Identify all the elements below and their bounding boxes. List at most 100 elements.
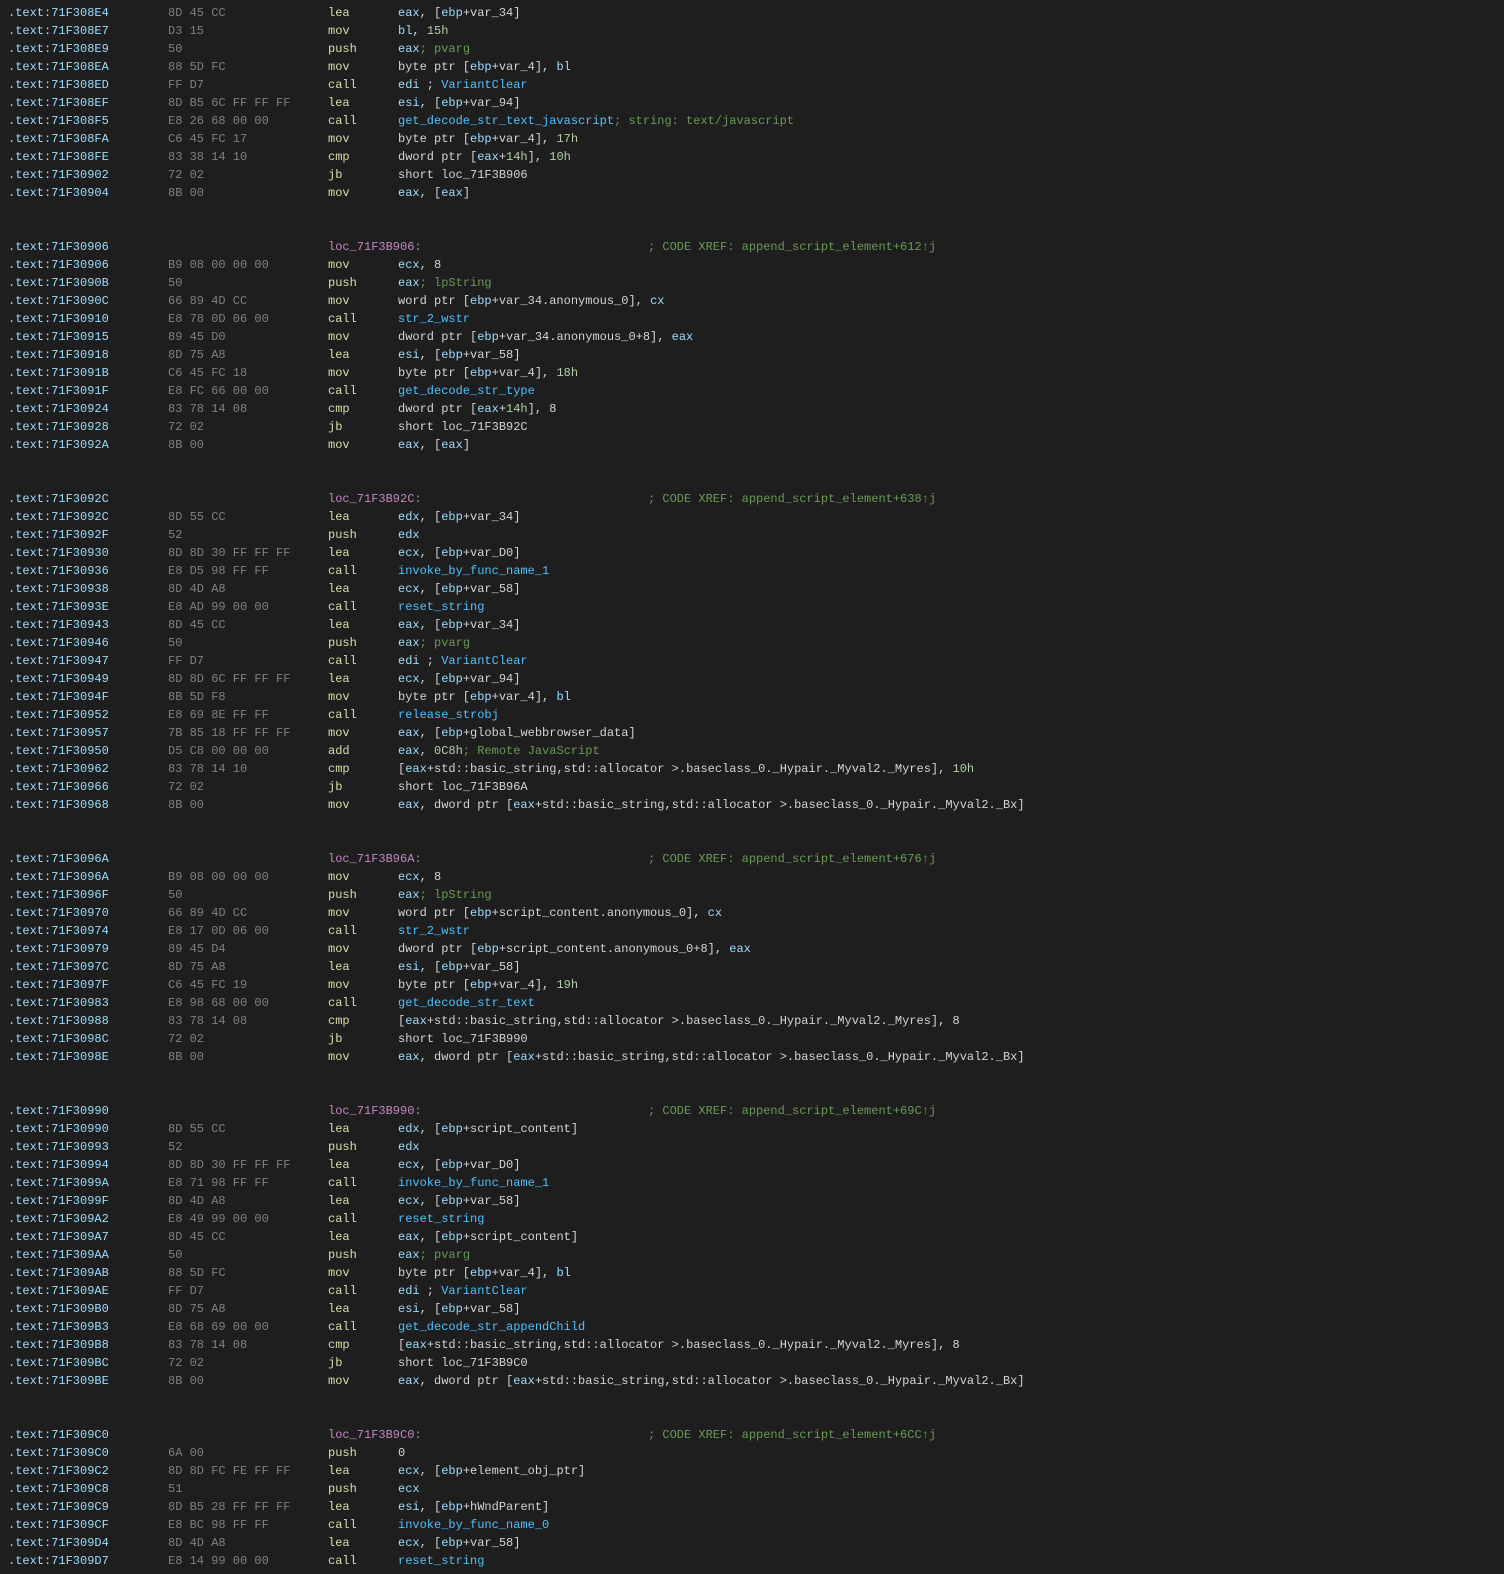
operands: ecx, [ebp+var_58] bbox=[398, 1192, 520, 1210]
asm-instruction: .text:71F309A2E8 49 99 00 00callreset_st… bbox=[8, 1210, 1496, 1228]
asm-instruction: .text:71F309498D 8D 6C FF FF FFleaecx, [… bbox=[8, 670, 1496, 688]
address: .text:71F3093E bbox=[8, 598, 168, 616]
operands: reset_string bbox=[398, 1210, 484, 1228]
disassembly-view: .text:71F308E48D 45 CCleaeax, [ebp+var_3… bbox=[0, 0, 1504, 1574]
asm-instruction: .text:71F30936E8 D5 98 FF FFcallinvoke_b… bbox=[8, 562, 1496, 580]
operands: edx bbox=[398, 1138, 420, 1156]
address: .text:71F308F5 bbox=[8, 112, 168, 130]
operands: get_decode_str_text bbox=[398, 994, 535, 1012]
address: .text:71F3096A bbox=[8, 868, 168, 886]
asm-instruction: .text:71F30983E8 98 68 00 00callget_deco… bbox=[8, 994, 1496, 1012]
mnemonic: call bbox=[328, 310, 398, 328]
mnemonic: lea bbox=[328, 1462, 398, 1480]
label-line: .text:71F30990loc_71F3B990:; CODE XREF: … bbox=[8, 1102, 1496, 1120]
address: .text:71F3090B bbox=[8, 274, 168, 292]
bytes: 52 bbox=[168, 526, 328, 544]
bytes: 83 78 14 10 bbox=[168, 760, 328, 778]
operands: ecx, [ebp+var_D0] bbox=[398, 1156, 520, 1174]
operands: eax, 0C8h bbox=[398, 742, 463, 760]
operands: ecx, [ebp+var_94] bbox=[398, 670, 520, 688]
operands: byte ptr [ebp+var_4], 19h bbox=[398, 976, 578, 994]
address: .text:71F30968 bbox=[8, 796, 168, 814]
address: .text:71F308FA bbox=[8, 130, 168, 148]
operands: short loc_71F3B92C bbox=[398, 418, 528, 436]
address: .text:71F30943 bbox=[8, 616, 168, 634]
address: .text:71F30902 bbox=[8, 166, 168, 184]
mnemonic: call bbox=[328, 382, 398, 400]
operands: eax, [ebp+var_34] bbox=[398, 616, 520, 634]
asm-instruction: .text:71F3091FE8 FC 66 00 00callget_deco… bbox=[8, 382, 1496, 400]
bytes: 8D 4D A8 bbox=[168, 580, 328, 598]
bytes: 50 bbox=[168, 1246, 328, 1264]
mnemonic: cmp bbox=[328, 1336, 398, 1354]
bytes: 50 bbox=[168, 886, 328, 904]
address: .text:71F309CF bbox=[8, 1516, 168, 1534]
address: .text:71F308EA bbox=[8, 58, 168, 76]
inline-comment: ; string: text/javascript bbox=[614, 112, 794, 130]
mnemonic: lea bbox=[328, 1192, 398, 1210]
operands: edx bbox=[398, 526, 420, 544]
operands: [eax+std::basic_string,std::allocator >.… bbox=[398, 760, 974, 778]
operands: eax, [ebp+global_webbrowser_data] bbox=[398, 724, 636, 742]
bytes: 83 78 14 08 bbox=[168, 400, 328, 418]
bytes: 8D B5 6C FF FF FF bbox=[168, 94, 328, 112]
operands: eax bbox=[398, 274, 420, 292]
mnemonic: call bbox=[328, 1282, 398, 1300]
mnemonic: jb bbox=[328, 418, 398, 436]
address: .text:71F30993 bbox=[8, 1138, 168, 1156]
address: .text:71F3091B bbox=[8, 364, 168, 382]
bytes: 6A 00 bbox=[168, 1444, 328, 1462]
operands: short loc_71F3B9C0 bbox=[398, 1354, 528, 1372]
asm-instruction: .text:71F3090C66 89 4D CCmovword ptr [eb… bbox=[8, 292, 1496, 310]
operands: eax, [ebp+var_34] bbox=[398, 4, 520, 22]
asm-instruction: .text:71F3094F8B 5D F8movbyte ptr [ebp+v… bbox=[8, 688, 1496, 706]
code-label: loc_71F3B990: bbox=[328, 1102, 648, 1120]
mnemonic: lea bbox=[328, 958, 398, 976]
address: .text:71F30962 bbox=[8, 760, 168, 778]
bytes: 8D 8D 30 FF FF FF bbox=[168, 1156, 328, 1174]
asm-instruction: .text:71F3093EE8 AD 99 00 00callreset_st… bbox=[8, 598, 1496, 616]
mnemonic: push bbox=[328, 40, 398, 58]
bytes: 72 02 bbox=[168, 1354, 328, 1372]
operands: ecx, 8 bbox=[398, 256, 441, 274]
mnemonic: mov bbox=[328, 292, 398, 310]
operands: bl, 15h bbox=[398, 22, 448, 40]
bytes: E8 FC 66 00 00 bbox=[168, 382, 328, 400]
blank-line bbox=[8, 454, 1496, 472]
xref-comment: ; CODE XREF: append_script_element+6CC↑j bbox=[648, 1426, 936, 1444]
bytes: 8B 00 bbox=[168, 436, 328, 454]
asm-instruction: .text:71F3092A8B 00moveax, [eax] bbox=[8, 436, 1496, 454]
bytes: 7B 85 18 FF FF FF bbox=[168, 724, 328, 742]
address: .text:71F3096F bbox=[8, 886, 168, 904]
bytes: 72 02 bbox=[168, 418, 328, 436]
bytes: E8 D5 98 FF FF bbox=[168, 562, 328, 580]
address: .text:71F3097C bbox=[8, 958, 168, 976]
bytes: 8B 5D F8 bbox=[168, 688, 328, 706]
address: .text:71F30928 bbox=[8, 418, 168, 436]
operands: short loc_71F3B906 bbox=[398, 166, 528, 184]
bytes: E8 98 68 00 00 bbox=[168, 994, 328, 1012]
address: .text:71F3092F bbox=[8, 526, 168, 544]
bytes: 8D 8D 6C FF FF FF bbox=[168, 670, 328, 688]
mnemonic: call bbox=[328, 562, 398, 580]
blank-line bbox=[8, 1408, 1496, 1426]
operands: release_strobj bbox=[398, 706, 499, 724]
address: .text:71F30994 bbox=[8, 1156, 168, 1174]
asm-instruction: .text:71F309948D 8D 30 FF FF FFleaecx, [… bbox=[8, 1156, 1496, 1174]
asm-instruction: .text:71F308E7D3 15movbl, 15h bbox=[8, 22, 1496, 40]
asm-instruction: .text:71F3096AB9 08 00 00 00movecx, 8 bbox=[8, 868, 1496, 886]
address: .text:71F309B0 bbox=[8, 1300, 168, 1318]
mnemonic: jb bbox=[328, 166, 398, 184]
operands: edx, [ebp+script_content] bbox=[398, 1120, 578, 1138]
operands: ecx bbox=[398, 1480, 420, 1498]
asm-instruction: .text:71F309C06A 00push0 bbox=[8, 1444, 1496, 1462]
asm-instruction: .text:71F3097FC6 45 FC 19movbyte ptr [eb… bbox=[8, 976, 1496, 994]
operands: get_decode_str_text_javascript bbox=[398, 112, 614, 130]
code-label: loc_71F3B906: bbox=[328, 238, 648, 256]
operands: eax bbox=[398, 1246, 420, 1264]
asm-instruction: .text:71F3090B50pusheax ; lpString bbox=[8, 274, 1496, 292]
asm-instruction: .text:71F309BC72 02jbshort loc_71F3B9C0 bbox=[8, 1354, 1496, 1372]
bytes: 8D 75 A8 bbox=[168, 346, 328, 364]
mnemonic: lea bbox=[328, 1120, 398, 1138]
asm-instruction: .text:71F309C851pushecx bbox=[8, 1480, 1496, 1498]
